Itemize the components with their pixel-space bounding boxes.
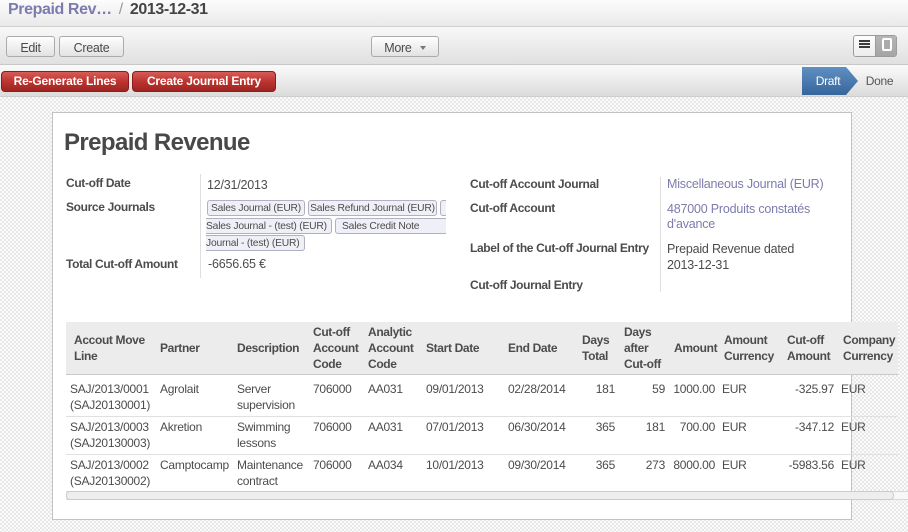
svg-text:Draft: Draft <box>816 74 841 88</box>
